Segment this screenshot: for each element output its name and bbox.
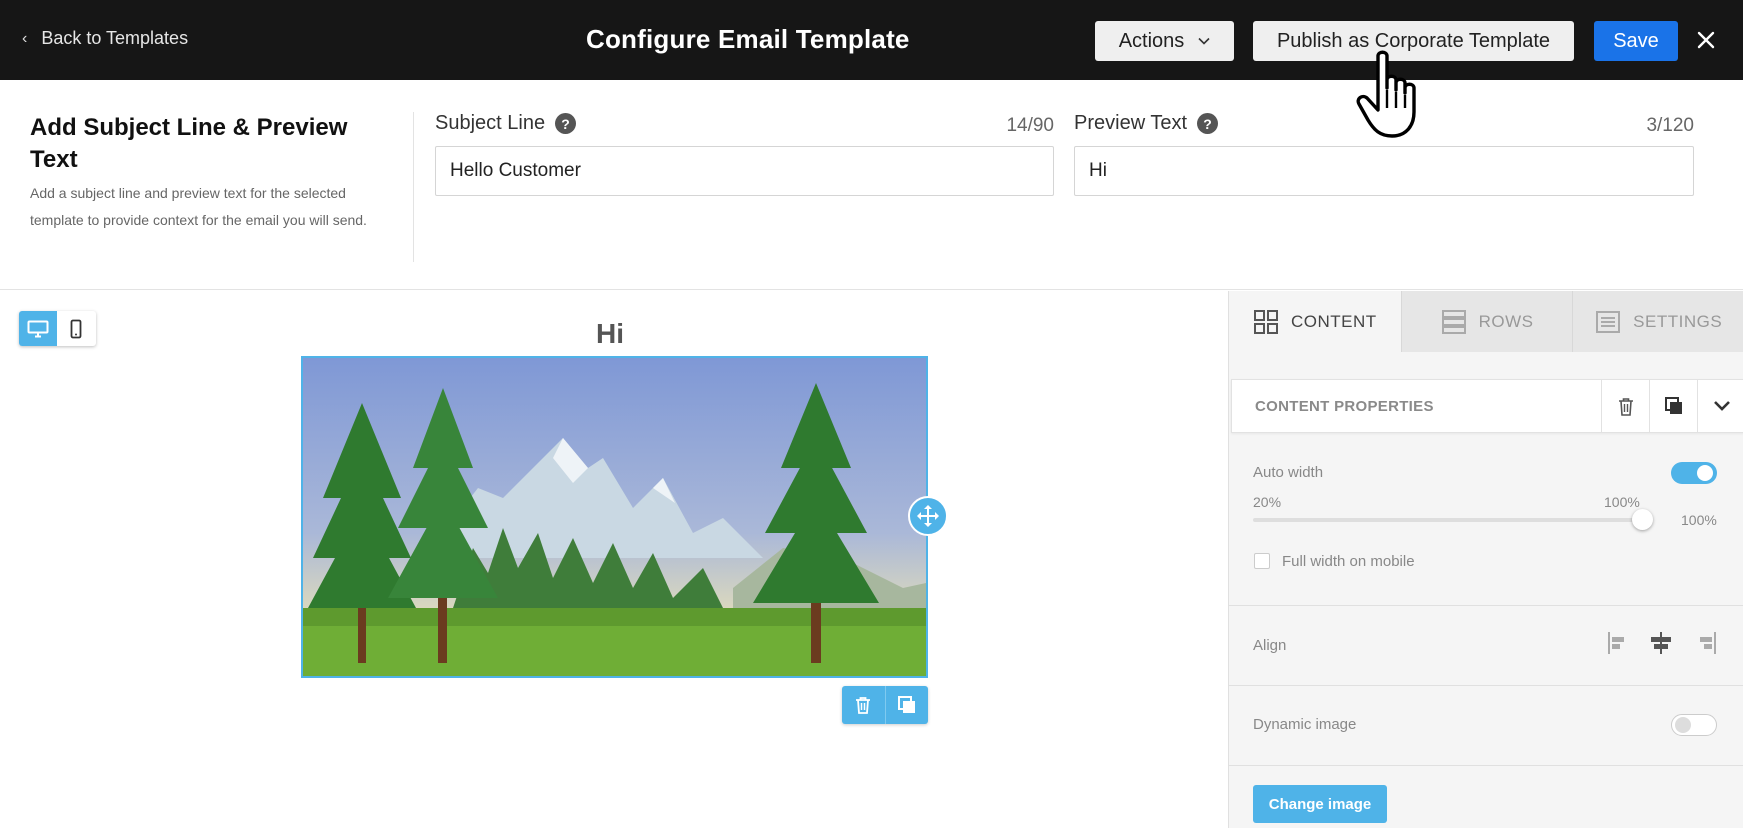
chevron-left-icon: ‹ [22, 29, 28, 47]
width-slider-handle[interactable] [1632, 509, 1653, 530]
device-preview-toggle [19, 311, 96, 346]
toggle-knob [1675, 717, 1691, 733]
tab-settings[interactable]: SETTINGS [1572, 291, 1743, 352]
email-image-block[interactable] [301, 356, 928, 678]
help-icon[interactable]: ? [555, 113, 577, 134]
delete-block-button[interactable] [842, 686, 885, 724]
dynamic-image-label: Dynamic image [1253, 716, 1357, 733]
change-image-button[interactable]: Change image [1253, 785, 1387, 823]
duplicate-icon [897, 696, 915, 713]
slider-value: 100% [1681, 512, 1717, 528]
save-button[interactable]: Save [1594, 21, 1678, 61]
trash-icon [1618, 397, 1633, 416]
preview-text-counter: 3/120 [1646, 115, 1694, 136]
duplicate-block-button[interactable] [884, 686, 929, 724]
align-left-icon[interactable] [1606, 630, 1632, 656]
actions-dropdown-button[interactable]: Actions [1095, 21, 1234, 61]
panel-tabs: CONTENT ROWS SETTINGS [1229, 291, 1743, 352]
chevron-down-icon [1198, 37, 1210, 45]
divider [1229, 765, 1743, 766]
preview-text-input[interactable]: Hi [1074, 146, 1694, 196]
section-title: Add Subject Line & Preview Text [30, 114, 348, 173]
tab-rows-label: ROWS [1478, 311, 1534, 331]
page-title: Configure Email Template [586, 24, 910, 54]
desktop-icon [27, 320, 49, 337]
delete-content-button[interactable] [1601, 380, 1649, 432]
actions-label: Actions [1118, 29, 1185, 52]
back-to-templates-link[interactable]: ‹ Back to Templates [22, 28, 188, 49]
subject-line-label: Subject Line ? [435, 112, 577, 135]
align-right-icon[interactable] [1692, 630, 1718, 656]
duplicate-content-button[interactable] [1649, 380, 1697, 432]
subject-preview-section: Add Subject Line & Preview Text Add a su… [0, 80, 1743, 290]
mobile-icon [70, 319, 82, 338]
duplicate-icon [1664, 397, 1682, 414]
tab-content[interactable]: CONTENT [1229, 291, 1401, 352]
slider-min-label: 20% [1253, 494, 1282, 510]
collapse-properties-button[interactable] [1697, 380, 1743, 432]
align-label: Align [1253, 637, 1287, 654]
divider [413, 112, 414, 262]
content-properties-title: CONTENT PROPERTIES [1255, 398, 1434, 415]
subject-line-input[interactable]: Hello Customer [435, 146, 1054, 196]
width-slider-track[interactable] [1253, 518, 1643, 522]
tab-content-label: CONTENT [1291, 311, 1377, 331]
dynamic-image-toggle[interactable] [1671, 714, 1717, 736]
rows-icon [1441, 309, 1466, 334]
tab-rows[interactable]: ROWS [1400, 291, 1573, 352]
help-icon[interactable]: ? [1197, 113, 1219, 134]
auto-width-toggle[interactable] [1671, 462, 1717, 484]
landscape-image [303, 358, 926, 676]
move-handle-icon[interactable] [908, 496, 948, 536]
auto-width-label: Auto width [1253, 464, 1324, 481]
preview-text-label: Preview Text ? [1074, 112, 1219, 135]
preview-text-label-text: Preview Text [1074, 112, 1188, 134]
email-heading[interactable]: Hi [300, 318, 920, 350]
grid-icon [1254, 309, 1278, 334]
mobile-view-button[interactable] [57, 311, 95, 346]
close-icon[interactable] [1694, 22, 1718, 58]
divider [1229, 605, 1743, 606]
image-block-actions [842, 686, 928, 724]
desktop-view-button[interactable] [19, 311, 57, 346]
content-properties-header: CONTENT PROPERTIES [1231, 379, 1743, 433]
full-width-mobile-label: Full width on mobile [1282, 553, 1415, 570]
full-width-mobile-checkbox[interactable] [1254, 553, 1270, 569]
settings-icon [1596, 310, 1621, 333]
toggle-knob [1697, 465, 1713, 481]
subject-line-counter: 14/90 [1006, 115, 1054, 136]
back-label: Back to Templates [41, 28, 189, 48]
subject-line-label-text: Subject Line [435, 112, 546, 134]
align-center-icon[interactable] [1648, 630, 1674, 656]
tab-settings-label: SETTINGS [1633, 311, 1723, 331]
trash-icon [856, 697, 871, 714]
top-bar: ‹ Back to Templates Configure Email Temp… [0, 0, 1743, 80]
chevron-down-icon [1713, 401, 1730, 411]
slider-max-label: 100% [1604, 494, 1640, 510]
section-description: Add a subject line and preview text for … [30, 185, 367, 228]
divider [1229, 685, 1743, 686]
